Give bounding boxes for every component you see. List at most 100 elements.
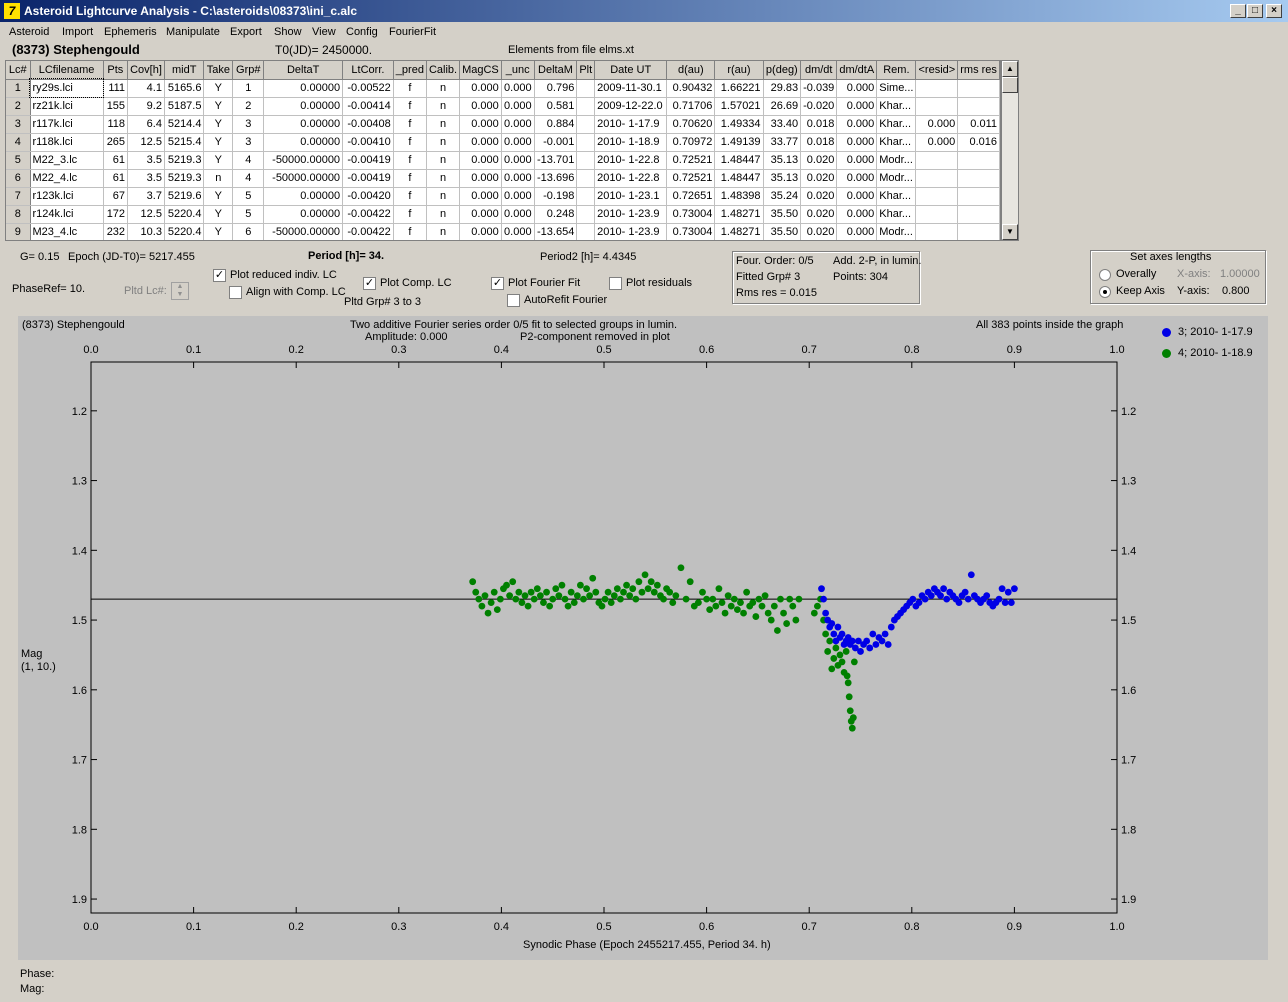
row-header[interactable]: 6 bbox=[6, 169, 31, 188]
row-header[interactable]: 7 bbox=[6, 187, 31, 206]
table-cell[interactable] bbox=[915, 223, 959, 240]
keep-axis-radio[interactable] bbox=[1099, 286, 1111, 298]
table-cell[interactable]: Modr... bbox=[876, 151, 917, 170]
column-header[interactable]: <resid> bbox=[915, 61, 959, 80]
table-cell[interactable]: f bbox=[393, 205, 427, 224]
table-cell[interactable] bbox=[576, 205, 596, 224]
pltd-grp-label[interactable]: Pltd Grp# 3 to 3 bbox=[344, 296, 421, 308]
table-cell[interactable]: Y bbox=[203, 79, 234, 98]
table-cell[interactable]: 0.000 bbox=[915, 115, 959, 134]
column-header[interactable]: _unc bbox=[501, 61, 535, 80]
table-cell[interactable] bbox=[576, 79, 596, 98]
table-cell[interactable]: 0.00000 bbox=[263, 133, 344, 152]
table-cell[interactable]: 111 bbox=[103, 79, 129, 98]
table-cell[interactable]: 1.49139 bbox=[714, 133, 764, 152]
table-cell[interactable]: Khar... bbox=[876, 115, 917, 134]
table-cell[interactable] bbox=[576, 223, 596, 240]
table-cell[interactable]: 0.016 bbox=[957, 133, 1000, 152]
column-header[interactable]: rms res bbox=[957, 61, 1000, 80]
table-cell[interactable]: 4 bbox=[232, 151, 265, 170]
table-cell[interactable]: 0.884 bbox=[534, 115, 578, 134]
column-header[interactable]: midT bbox=[164, 61, 205, 80]
table-row[interactable]: 3 r117k.lci 118 6.4 5214.4 Y 3 0.00000 -0.00408 f… bbox=[6, 115, 1000, 134]
table-cell[interactable]: 0.581 bbox=[534, 97, 578, 116]
maximize-button[interactable]: □ bbox=[1247, 4, 1263, 18]
table-cell[interactable]: 0.020 bbox=[800, 223, 838, 240]
table-cell[interactable]: 5219.3 bbox=[164, 151, 205, 170]
table-cell[interactable]: 0.000 bbox=[459, 169, 502, 188]
table-cell[interactable]: Y bbox=[203, 115, 234, 134]
table-cell[interactable]: 4 bbox=[232, 169, 265, 188]
table-cell[interactable]: Y bbox=[203, 205, 234, 224]
table-row[interactable]: 6 M22_4.lc 61 3.5 5219.3 n 4 -50000.00000 -0.004… bbox=[6, 169, 1000, 188]
table-cell[interactable]: 26.69 bbox=[763, 97, 802, 116]
table-cell[interactable]: 0.00000 bbox=[263, 97, 344, 116]
column-header[interactable]: LtCorr. bbox=[342, 61, 394, 80]
table-cell[interactable]: 232 bbox=[103, 223, 129, 240]
minimize-button[interactable]: _ bbox=[1230, 4, 1246, 18]
table-cell[interactable]: 5215.4 bbox=[164, 133, 205, 152]
column-header[interactable]: dm/dtA bbox=[836, 61, 878, 80]
menu-asteroid[interactable]: Asteroid bbox=[9, 26, 49, 38]
table-cell[interactable]: 0.00000 bbox=[263, 115, 344, 134]
table-cell[interactable]: 0.796 bbox=[534, 79, 578, 98]
table-cell[interactable]: r118k.lci bbox=[30, 133, 104, 152]
plot-panel[interactable]: 0.0 0.0 0.1 0.1 0.2 0.2 0.3 0.3 0.4 0.4 0.5 0.5 0.6 0… bbox=[18, 316, 1268, 960]
table-cell[interactable]: 0.000 bbox=[501, 151, 535, 170]
table-cell[interactable]: 0.020 bbox=[800, 169, 838, 188]
plot-fourier-checkbox[interactable]: ✓ bbox=[491, 277, 504, 290]
table-cell[interactable]: 3.5 bbox=[127, 151, 165, 170]
table-cell[interactable]: -13.701 bbox=[534, 151, 578, 170]
table-cell[interactable]: 0.00000 bbox=[263, 79, 344, 98]
table-cell[interactable]: 0.000 bbox=[836, 133, 878, 152]
table-cell[interactable]: 2 bbox=[232, 97, 265, 116]
table-cell[interactable]: -0.00410 bbox=[342, 133, 394, 152]
table-cell[interactable]: 0.018 bbox=[800, 133, 838, 152]
table-cell[interactable]: -0.001 bbox=[534, 133, 578, 152]
table-row[interactable]: 8 r124k.lci 172 12.5 5220.4 Y 5 0.00000 -0.00422… bbox=[6, 205, 1000, 224]
table-cell[interactable] bbox=[957, 151, 1000, 170]
table-row[interactable]: 5 M22_3.lc 61 3.5 5219.3 Y 4 -50000.00000 -0.004… bbox=[6, 151, 1000, 170]
table-cell[interactable]: 35.13 bbox=[763, 151, 802, 170]
table-cell[interactable]: 0.000 bbox=[459, 205, 502, 224]
table-cell[interactable]: M22_4.lc bbox=[30, 169, 104, 188]
table-cell[interactable]: f bbox=[393, 151, 427, 170]
table-cell[interactable]: -0.00414 bbox=[342, 97, 394, 116]
table-cell[interactable]: 5220.4 bbox=[164, 223, 205, 240]
table-cell[interactable]: M22_3.lc bbox=[30, 151, 104, 170]
phaseref-value[interactable]: PhaseRef= 10. bbox=[12, 283, 85, 295]
table-cell[interactable]: 0.018 bbox=[800, 115, 838, 134]
table-cell[interactable]: -0.00419 bbox=[342, 169, 394, 188]
align-comp-checkbox[interactable] bbox=[229, 286, 242, 299]
table-cell[interactable]: 6 bbox=[232, 223, 265, 240]
table-cell[interactable]: 5220.4 bbox=[164, 205, 205, 224]
table-cell[interactable] bbox=[957, 223, 1000, 240]
table-cell[interactable]: 5 bbox=[232, 187, 265, 206]
table-cell[interactable]: 0.020 bbox=[800, 205, 838, 224]
scroll-thumb[interactable] bbox=[1002, 77, 1018, 93]
table-cell[interactable]: -0.00422 bbox=[342, 223, 394, 240]
table-cell[interactable]: 35.50 bbox=[763, 205, 802, 224]
table-cell[interactable]: 0.000 bbox=[459, 151, 502, 170]
column-header[interactable]: dm/dt bbox=[800, 61, 838, 80]
table-cell[interactable]: 2010- 1-17.9 bbox=[594, 115, 668, 134]
table-cell[interactable]: 0.000 bbox=[459, 97, 502, 116]
table-row[interactable]: 9 M23_4.lc 232 10.3 5220.4 Y 6 -50000.00000 -0.0… bbox=[6, 223, 1000, 240]
table-cell[interactable]: 35.13 bbox=[763, 169, 802, 188]
table-cell[interactable]: r117k.lci bbox=[30, 115, 104, 134]
table-cell[interactable]: n bbox=[426, 151, 461, 170]
table-cell[interactable]: f bbox=[393, 97, 427, 116]
table-cell[interactable]: Modr... bbox=[876, 169, 917, 188]
table-cell[interactable]: 0.72651 bbox=[666, 187, 716, 206]
table-cell[interactable]: r124k.lci bbox=[30, 205, 104, 224]
table-cell[interactable]: 0.000 bbox=[915, 133, 959, 152]
table-cell[interactable] bbox=[957, 169, 1000, 188]
table-cell[interactable]: 0.000 bbox=[459, 115, 502, 134]
table-cell[interactable]: 0.000 bbox=[459, 187, 502, 206]
table-cell[interactable]: 0.000 bbox=[501, 115, 535, 134]
table-cell[interactable]: 1.66221 bbox=[714, 79, 764, 98]
table-cell[interactable]: n bbox=[426, 169, 461, 188]
table-cell[interactable]: 0.011 bbox=[957, 115, 1000, 134]
table-cell[interactable]: 2010- 1-23.1 bbox=[594, 187, 668, 206]
table-cell[interactable]: 0.000 bbox=[501, 133, 535, 152]
